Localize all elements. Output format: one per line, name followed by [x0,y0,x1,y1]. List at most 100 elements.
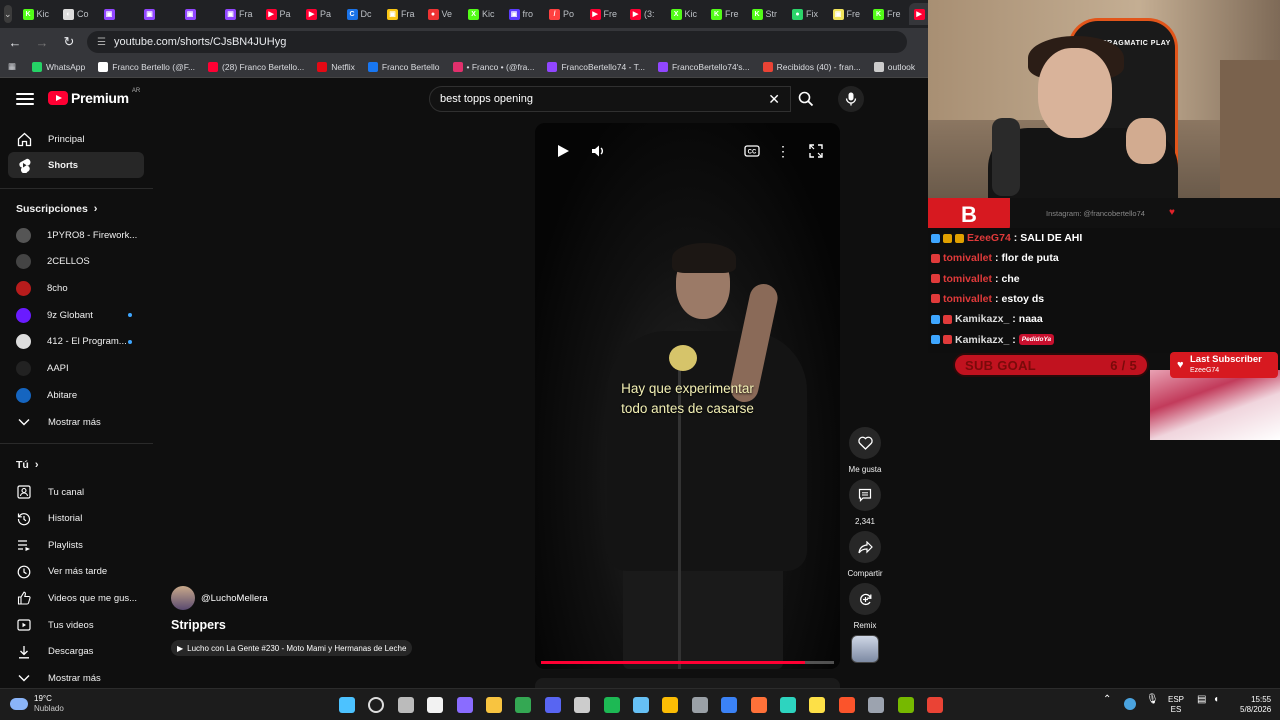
sidebar-item-watch-later[interactable]: Ver más tarde [8,559,144,585]
bookmark-item[interactable]: • Franco • (@fra... [452,61,534,72]
firefox-icon[interactable] [750,697,767,713]
browser-tab[interactable]: K Fre [706,3,747,25]
weather-widget[interactable]: 19°C Nublado [10,694,64,714]
sidebar-item-shorts[interactable]: Shorts [8,152,144,178]
subscription-item[interactable]: AAPI [8,356,144,382]
drive-icon[interactable] [662,697,679,713]
sidebar-item-principal[interactable]: Principal [8,126,144,152]
bookmark-item[interactable]: Franco Bertello [367,61,440,72]
chrome-icon[interactable] [515,697,532,713]
comments-button[interactable] [849,479,881,511]
bookmark-item[interactable]: outlook [873,61,915,72]
sidebar-item-playlists[interactable]: Playlists [8,532,144,558]
browser-tab[interactable]: ▣ Fra [382,3,423,25]
browser-tab[interactable]: ▣ [180,3,221,25]
subscription-item[interactable]: 8cho [8,275,144,301]
obs-icon[interactable] [574,697,591,713]
microphone-tray-icon[interactable]: 🎙 [1146,695,1159,705]
sidebar-item-download[interactable]: Descargas [8,639,144,665]
browser-tab[interactable]: X Kic [463,3,504,25]
browser-tab[interactable]: ▶ (3: [625,3,666,25]
volume-tray-icon[interactable]: ◖ [1213,695,1219,705]
reload-icon[interactable]: ↻ [57,30,81,54]
search-button[interactable] [791,86,821,112]
forward-icon[interactable]: → [30,30,54,54]
apps-icon[interactable]: ▦ [8,61,16,72]
steam-icon[interactable] [633,697,649,713]
you-header[interactable]: Tú › [16,459,39,471]
back-icon[interactable]: ← [3,30,27,54]
related-video-chip[interactable]: ▶ Lucho con La Gente #230 - Moto Mami y … [171,640,413,656]
cortana-icon[interactable] [456,697,473,713]
remix-button[interactable] [849,583,881,615]
windows-start-icon[interactable] [339,697,355,713]
browser-tab[interactable]: ▶ Pa [301,3,342,25]
volume-button[interactable] [588,141,608,161]
chevron-up-icon[interactable]: ⌃ [1103,695,1111,705]
network-icon[interactable]: ▤ [1197,695,1206,705]
spotify-icon[interactable] [603,697,620,713]
bookmark-item[interactable]: FrancoBertello74's... [657,61,750,72]
menu-icon[interactable] [16,90,34,108]
language-indicator[interactable]: ESP ES [1168,695,1184,715]
search-icon[interactable] [368,697,385,713]
browser-tab[interactable]: K Kic [18,3,59,25]
network-app-icon[interactable] [691,697,708,713]
subscription-item[interactable]: 412 - El Program... [8,329,144,355]
store-icon[interactable] [427,697,444,713]
file-explorer-icon[interactable] [486,697,502,713]
browser-tab[interactable]: ● Fix [787,3,828,25]
remix-action[interactable]: Remix [846,583,884,630]
browser-tab[interactable]: C Dc [342,3,383,25]
next-short-preview[interactable] [535,678,840,688]
bookmark-item[interactable]: WhatsApp [32,61,85,72]
sidebar-item-like[interactable]: Videos que me gus... [8,585,144,611]
video-progress-bar[interactable] [541,661,834,664]
subscriptions-show-more[interactable]: Mostrar más [8,409,144,435]
browser-tab[interactable]: ▣ [99,3,140,25]
share-button[interactable] [849,531,881,563]
browser-tab[interactable]: K Str [747,3,788,25]
search-input[interactable]: best topps opening [440,93,533,105]
bookmark-item[interactable]: Recibidos (40) - fran... [762,61,861,72]
bookmark-item[interactable]: Franco Bertello (@F... [98,61,195,72]
clear-search-icon[interactable]: ✕ [768,91,780,108]
voice-search-button[interactable] [838,86,864,112]
sound-thumbnail[interactable] [851,635,879,663]
bookmark-item[interactable]: (28) Franco Bertello... [208,61,304,72]
subscription-item[interactable]: 2CELLOS [8,249,144,275]
channel-name[interactable]: @LuchoMellera [201,593,268,604]
channel-avatar[interactable] [171,586,195,610]
site-info-icon[interactable]: ☰ [97,37,106,48]
tab-search-button[interactable]: ⌄ [4,5,12,23]
terminal-icon[interactable] [780,697,796,713]
nvidia-icon[interactable] [897,697,914,713]
sidebar-item-history[interactable]: Historial [8,506,144,532]
discord-icon[interactable] [544,697,561,713]
sidebar-item-chevron-down[interactable]: Mostrar más [8,665,144,688]
bookmark-item[interactable]: Netflix [317,61,355,72]
browser-tab[interactable]: ▣ Fra [220,3,261,25]
like-button[interactable] [849,427,881,459]
like-action[interactable]: Me gusta [846,427,884,474]
brave-icon[interactable] [838,697,855,713]
browser-tab[interactable]: K Fre [868,3,909,25]
browser-tab[interactable]: ▶ Fre [585,3,626,25]
search-box[interactable]: best topps opening ✕ [429,86,791,112]
url-text[interactable]: youtube.com/shorts/CJsBN4JUHyg [114,36,286,48]
captions-button[interactable]: CC [741,141,763,161]
subscriptions-header[interactable]: Suscripciones › [16,203,97,215]
tray-app-icon[interactable] [1124,698,1136,710]
subscription-item[interactable]: 1PYRO8 - Firework... [8,222,144,248]
task-view-icon[interactable] [397,697,414,713]
chrome-alt-icon[interactable] [927,697,943,713]
share-action[interactable]: Compartir [846,531,884,578]
browser-tab[interactable]: ▣ [139,3,180,25]
browser-tab[interactable]: ◐ Co [58,3,99,25]
browser-tab[interactable]: ● Ve [423,3,464,25]
notes-icon[interactable] [809,697,826,713]
bookmark-item[interactable]: FrancoBertello74 - T... [547,61,645,72]
subscription-item[interactable]: Abitare [8,382,144,408]
more-options-icon[interactable]: ⋮ [775,141,791,161]
fullscreen-button[interactable] [806,141,826,161]
